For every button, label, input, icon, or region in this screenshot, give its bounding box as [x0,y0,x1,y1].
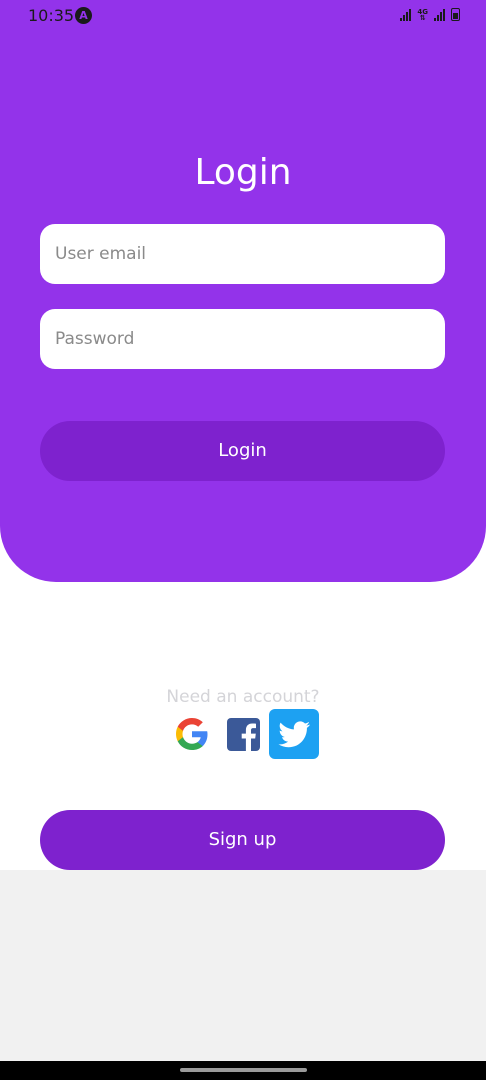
signal-icon [400,9,412,21]
login-button[interactable]: Login [40,421,445,481]
twitter-icon[interactable] [269,709,319,759]
email-field[interactable] [40,224,445,284]
login-header-panel [0,0,486,582]
app-notification-icon: A [75,7,92,24]
status-indicators: 4G ⇅ [400,8,460,22]
facebook-icon[interactable] [222,709,266,759]
need-account-prompt: Need an account? [166,687,320,707]
status-time: 10:35 [28,6,75,25]
google-icon[interactable] [170,709,214,759]
home-indicator[interactable] [180,1068,307,1072]
status-bar: 10:35 A 4G ⇅ [0,0,486,32]
network-type-label: 4G ⇅ [417,8,428,22]
page-title: Login [194,152,292,193]
signal-icon-2 [434,9,445,21]
sign-up-button[interactable]: Sign up [40,810,445,870]
password-field[interactable] [40,309,445,369]
battery-icon [451,8,460,21]
